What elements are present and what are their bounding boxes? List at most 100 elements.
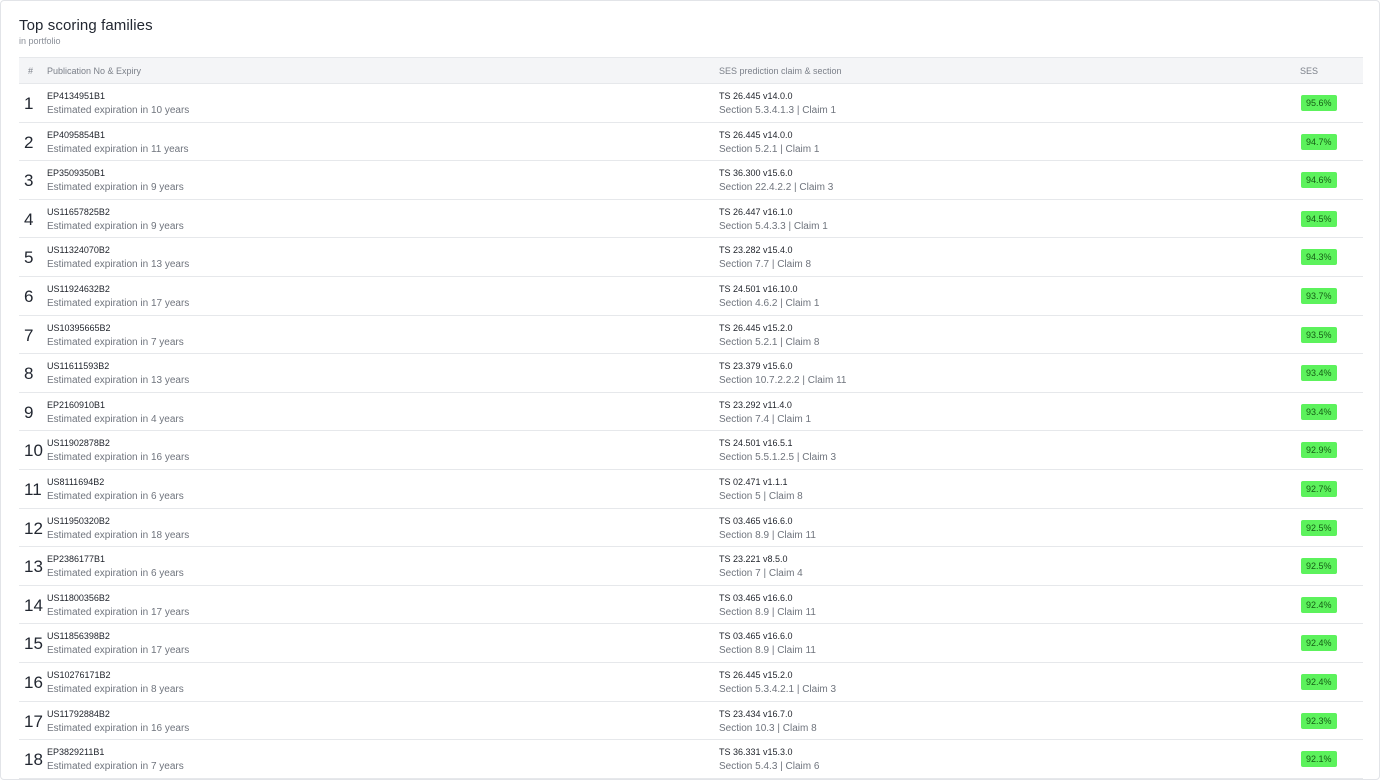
ses-spec: TS 36.300 v15.6.0 [719, 168, 793, 179]
publication-number[interactable]: EP4134951B1 [47, 91, 105, 101]
ses-section-claim: Section 5.4.3 | Claim 6 [719, 761, 820, 773]
publication-number[interactable]: US11792884B2 [47, 709, 110, 719]
table-header: # Publication No & Expiry SES prediction… [19, 57, 1363, 84]
publication-number[interactable]: US11657825B2 [47, 207, 110, 217]
table-row[interactable]: 9 EP2160910B1 Estimated expiration in 4 ye… [19, 393, 1363, 432]
header-publication[interactable]: Publication No & Expiry [47, 66, 141, 76]
ses-score-badge: 92.4% [1301, 635, 1337, 652]
estimated-expiration: Estimated expiration in 4 years [47, 413, 184, 425]
table-row[interactable]: 12 US11950320B2 Estimated expiration in 18… [19, 509, 1363, 548]
estimated-expiration: Estimated expiration in 18 years [47, 529, 190, 541]
ses-section-claim: Section 5.2.1 | Claim 8 [719, 336, 820, 348]
row-rank: 14 [24, 595, 43, 615]
ses-score-badge: 93.4% [1301, 365, 1337, 382]
ses-section-claim: Section 10.7.2.2.2 | Claim 11 [719, 375, 847, 387]
publication-number[interactable]: US11800356B2 [47, 593, 110, 603]
table-row[interactable]: 18 EP3829211B1 Estimated expiration in 7 y… [19, 740, 1363, 779]
ses-section-claim: Section 5.3.4.1.3 | Claim 1 [719, 105, 837, 116]
table-row[interactable]: 14 US11800356B2 Estimated expiration in 17… [19, 586, 1363, 625]
row-rank: 10 [24, 441, 43, 461]
table-row[interactable]: 6 US11924632B2 Estimated expiration in 17 … [19, 277, 1363, 316]
ses-section-claim: Section 22.4.2.2 | Claim 3 [719, 182, 834, 194]
estimated-expiration: Estimated expiration in 6 years [47, 568, 184, 580]
ses-section-claim: Section 5 | Claim 8 [719, 490, 803, 502]
estimated-expiration: Estimated expiration in 9 years [47, 220, 184, 232]
row-rank: 16 [24, 672, 43, 692]
table-row[interactable]: 3 EP3509350B1 Estimated expiration in 9 ye… [19, 161, 1363, 200]
ses-spec: TS 03.465 v16.6.0 [719, 592, 793, 603]
ses-spec: TS 26.445 v14.0.0 [719, 129, 793, 140]
publication-number[interactable]: US11950320B2 [47, 516, 110, 526]
estimated-expiration: Estimated expiration in 10 years [47, 105, 190, 116]
ses-spec: TS 26.447 v16.1.0 [719, 206, 793, 217]
row-rank: 11 [24, 479, 42, 499]
ses-spec: TS 02.471 v1.1.1 [719, 476, 788, 487]
publication-number[interactable]: US8111694B2 [47, 477, 104, 487]
ses-spec: TS 24.501 v16.5.1 [719, 438, 793, 449]
publication-number[interactable]: US10276171B2 [47, 670, 111, 680]
ses-score-badge: 92.5% [1301, 519, 1337, 536]
ses-score-badge: 92.5% [1301, 558, 1337, 575]
ses-score-badge: 92.7% [1301, 480, 1337, 497]
estimated-expiration: Estimated expiration in 16 years [47, 452, 190, 464]
top-scoring-families-card: Top scoring families in portfolio # Publ… [0, 0, 1380, 780]
publication-number[interactable]: US10395665B2 [47, 323, 111, 333]
row-rank: 6 [24, 286, 34, 306]
table-row[interactable]: 1 EP4134951B1 Estimated expiration in 10 y… [19, 84, 1363, 123]
ses-section-claim: Section 5.4.3.3 | Claim 1 [719, 220, 828, 232]
ses-section-claim: Section 5.3.4.2.1 | Claim 3 [719, 683, 837, 695]
row-rank: 18 [24, 750, 43, 770]
table-row[interactable]: 15 US11856398B2 Estimated expiration in 17… [19, 624, 1363, 663]
publication-number[interactable]: EP4095854B1 [47, 130, 105, 140]
card-subtitle: in portfolio [19, 36, 61, 46]
publication-number[interactable]: US11611593B2 [47, 361, 109, 371]
ses-score-badge: 94.3% [1301, 249, 1337, 266]
publication-number[interactable]: EP2386177B1 [47, 554, 105, 564]
publication-number[interactable]: EP3829211B1 [47, 747, 104, 757]
publication-number[interactable]: US11924632B2 [47, 284, 110, 294]
publication-number[interactable]: EP3509350B1 [47, 168, 105, 178]
card-title: Top scoring families [19, 17, 153, 34]
table-row[interactable]: 5 US11324070B2 Estimated expiration in 13 … [19, 238, 1363, 277]
table-row[interactable]: 11 US8111694B2 Estimated expiration in 6 y… [19, 470, 1363, 509]
ses-section-claim: Section 5.2.1 | Claim 1 [719, 143, 820, 155]
table-row[interactable]: 7 US10395665B2 Estimated expiration in 7 y… [19, 316, 1363, 355]
row-rank: 2 [24, 132, 34, 152]
estimated-expiration: Estimated expiration in 17 years [47, 645, 190, 657]
row-rank: 8 [24, 364, 34, 384]
ses-section-claim: Section 8.9 | Claim 11 [719, 645, 816, 657]
ses-section-claim: Section 10.3 | Claim 8 [719, 722, 817, 734]
ses-section-claim: Section 8.9 | Claim 11 [719, 606, 816, 618]
publication-number[interactable]: EP2160910B1 [47, 400, 105, 410]
row-rank: 9 [24, 402, 34, 422]
estimated-expiration: Estimated expiration in 7 years [47, 336, 184, 348]
row-rank: 12 [24, 518, 43, 538]
ses-score-badge: 92.1% [1301, 751, 1337, 768]
row-rank: 1 [24, 94, 34, 113]
publication-number[interactable]: US11324070B2 [47, 245, 110, 255]
ses-spec: TS 23.379 v15.6.0 [719, 361, 793, 372]
table-row[interactable]: 10 US11902878B2 Estimated expiration in 16… [19, 431, 1363, 470]
ses-spec: TS 36.331 v15.3.0 [719, 747, 793, 758]
table-row[interactable]: 16 US10276171B2 Estimated expiration in 8 … [19, 663, 1363, 702]
table-row[interactable]: 13 EP2386177B1 Estimated expiration in 6 y… [19, 547, 1363, 586]
ses-spec: TS 23.434 v16.7.0 [719, 708, 793, 719]
publication-number[interactable]: US11902878B2 [47, 438, 110, 448]
table-row[interactable]: 8 US11611593B2 Estimated expiration in 13 … [19, 354, 1363, 393]
ses-score-badge: 92.4% [1301, 596, 1337, 613]
row-rank: 17 [24, 711, 43, 731]
row-rank: 7 [24, 325, 34, 345]
row-rank: 3 [24, 171, 34, 191]
table-row[interactable]: 17 US11792884B2 Estimated expiration in 16… [19, 702, 1363, 741]
header-ses-claim[interactable]: SES prediction claim & section [719, 66, 842, 76]
estimated-expiration: Estimated expiration in 9 years [47, 182, 184, 194]
table-row[interactable]: 4 US11657825B2 Estimated expiration in 9 y… [19, 200, 1363, 239]
header-ses[interactable]: SES [1300, 66, 1318, 76]
ses-spec: TS 03.465 v16.6.0 [719, 515, 793, 526]
table-body: 1 EP4134951B1 Estimated expiration in 10 y… [19, 84, 1363, 779]
table-row[interactable]: 2 EP4095854B1 Estimated expiration in 11 y… [19, 123, 1363, 162]
estimated-expiration: Estimated expiration in 11 years [47, 143, 189, 155]
estimated-expiration: Estimated expiration in 7 years [47, 761, 184, 773]
ses-score-badge: 92.3% [1301, 712, 1337, 729]
publication-number[interactable]: US11856398B2 [47, 631, 110, 641]
